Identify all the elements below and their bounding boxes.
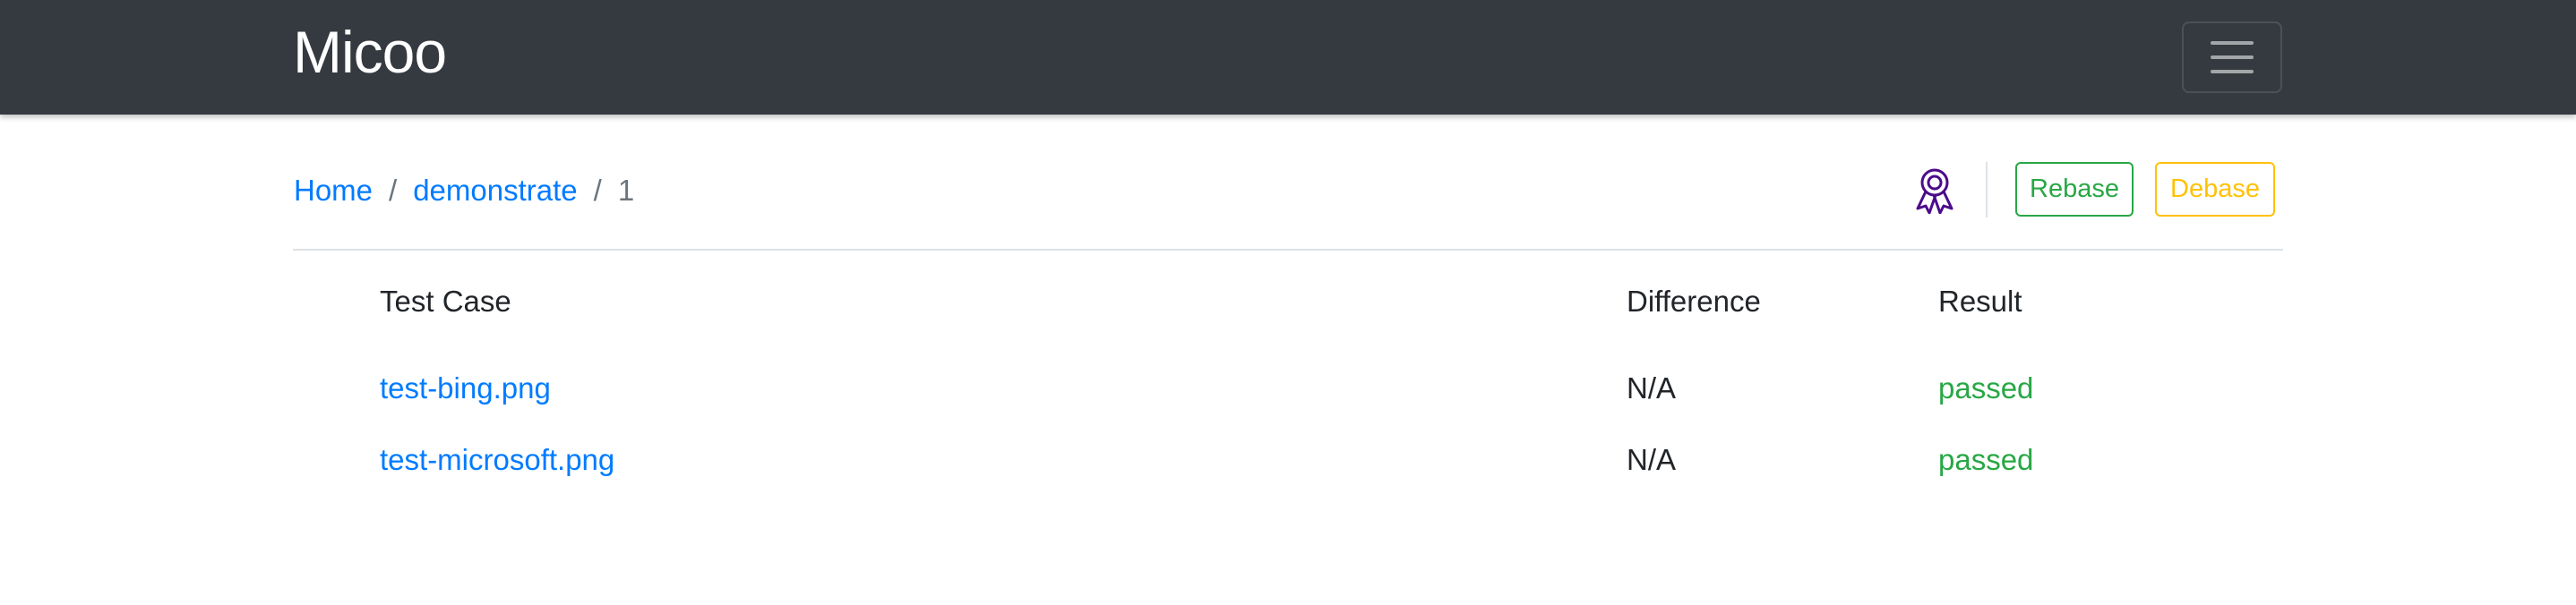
hamburger-menu-icon (2211, 55, 2254, 59)
column-header-result: Result (1938, 285, 2022, 318)
column-header-difference: Difference (1627, 285, 1761, 318)
toolbar-divider (1986, 162, 1988, 217)
brand-logo-text[interactable]: Micoo (293, 16, 447, 88)
top-navbar: Micoo (0, 0, 2576, 115)
hamburger-menu-icon (2211, 70, 2254, 73)
breadcrumb-project-link[interactable]: demonstrate (413, 170, 577, 211)
award-ribbon-icon[interactable] (1914, 167, 1955, 214)
hamburger-menu-icon (2211, 41, 2254, 45)
column-header-test-case: Test Case (380, 285, 511, 318)
test-case-link[interactable]: test-microsoft.png (380, 440, 614, 480)
rebase-button[interactable]: Rebase (2015, 162, 2134, 217)
navbar-toggler-button[interactable] (2182, 21, 2282, 93)
breadcrumb-separator: / (389, 174, 398, 207)
section-divider (293, 249, 2283, 251)
breadcrumb-home-link[interactable]: Home (294, 170, 373, 211)
result-status: passed (1938, 443, 2034, 476)
debase-button[interactable]: Debase (2155, 162, 2275, 217)
test-case-link[interactable]: test-bing.png (380, 369, 551, 408)
breadcrumb-separator: / (593, 174, 602, 207)
breadcrumb: Home / demonstrate / 1 (294, 170, 634, 211)
difference-value: N/A (1627, 371, 1677, 405)
breadcrumb-current-build: 1 (617, 174, 635, 207)
difference-value: N/A (1627, 443, 1677, 476)
result-status: passed (1938, 371, 2034, 405)
